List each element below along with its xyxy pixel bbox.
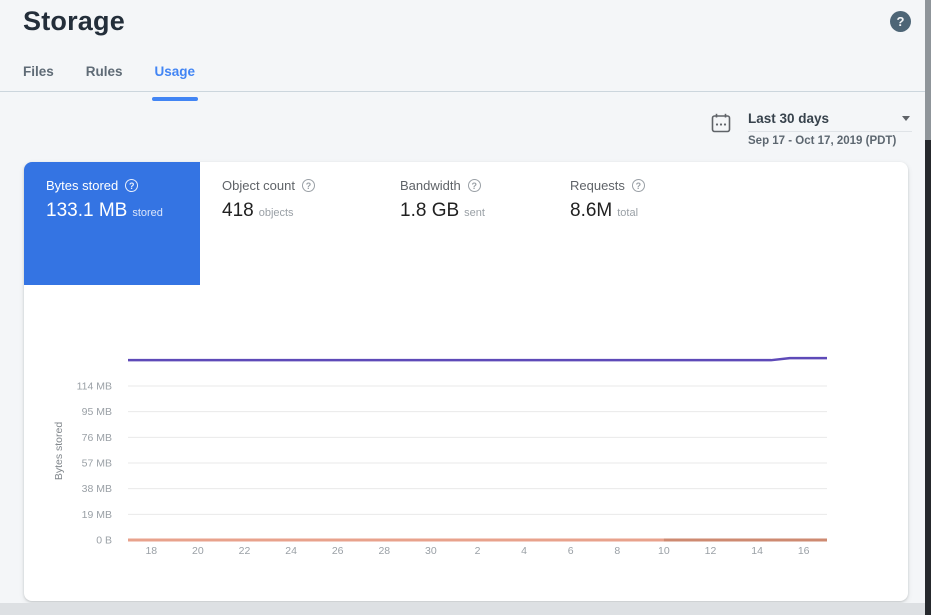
svg-text:24: 24 bbox=[285, 545, 297, 557]
chevron-down-icon bbox=[902, 116, 910, 121]
date-range-selector[interactable]: Last 30 days Sep 17 - Oct 17, 2019 (PDT) bbox=[711, 111, 912, 147]
svg-text:26: 26 bbox=[332, 545, 344, 557]
tab-divider bbox=[0, 91, 925, 92]
svg-text:2: 2 bbox=[475, 545, 481, 557]
usage-line-chart: 114 MB95 MB76 MB57 MB38 MB19 MB0 B182022… bbox=[24, 162, 908, 601]
svg-text:30: 30 bbox=[425, 545, 437, 557]
svg-text:10: 10 bbox=[658, 545, 670, 557]
svg-text:18: 18 bbox=[145, 545, 157, 557]
svg-text:28: 28 bbox=[378, 545, 390, 557]
right-edge-strip-bottom bbox=[925, 140, 931, 615]
svg-text:8: 8 bbox=[614, 545, 620, 557]
svg-text:Bytes stored: Bytes stored bbox=[53, 422, 65, 481]
svg-text:20: 20 bbox=[192, 545, 204, 557]
svg-text:16: 16 bbox=[798, 545, 810, 557]
help-question-glyph: ? bbox=[897, 14, 905, 29]
tab-rules[interactable]: Rules bbox=[86, 64, 123, 92]
page-title: Storage bbox=[23, 6, 125, 37]
svg-text:95 MB: 95 MB bbox=[82, 406, 112, 418]
svg-text:19 MB: 19 MB bbox=[82, 509, 112, 521]
svg-text:12: 12 bbox=[705, 545, 717, 557]
help-icon[interactable]: ? bbox=[890, 11, 911, 32]
tab-files[interactable]: Files bbox=[23, 64, 54, 92]
date-range-detail: Sep 17 - Oct 17, 2019 (PDT) bbox=[748, 135, 912, 147]
tab-usage[interactable]: Usage bbox=[155, 64, 196, 92]
right-edge-strip-top bbox=[925, 0, 931, 140]
svg-text:57 MB: 57 MB bbox=[82, 457, 112, 469]
svg-text:114 MB: 114 MB bbox=[77, 380, 112, 392]
usage-card: Bytes stored ? 133.1 MB stored Object co… bbox=[24, 162, 908, 601]
tab-bar: Files Rules Usage bbox=[23, 64, 195, 92]
svg-text:22: 22 bbox=[239, 545, 251, 557]
svg-text:0 B: 0 B bbox=[96, 535, 112, 547]
bottom-edge-strip bbox=[0, 603, 925, 615]
svg-text:6: 6 bbox=[568, 545, 574, 557]
svg-text:38 MB: 38 MB bbox=[82, 483, 112, 495]
svg-text:14: 14 bbox=[751, 545, 763, 557]
svg-text:76 MB: 76 MB bbox=[82, 432, 112, 444]
svg-text:4: 4 bbox=[521, 545, 527, 557]
calendar-icon bbox=[711, 113, 731, 133]
date-range-label: Last 30 days bbox=[748, 111, 829, 126]
